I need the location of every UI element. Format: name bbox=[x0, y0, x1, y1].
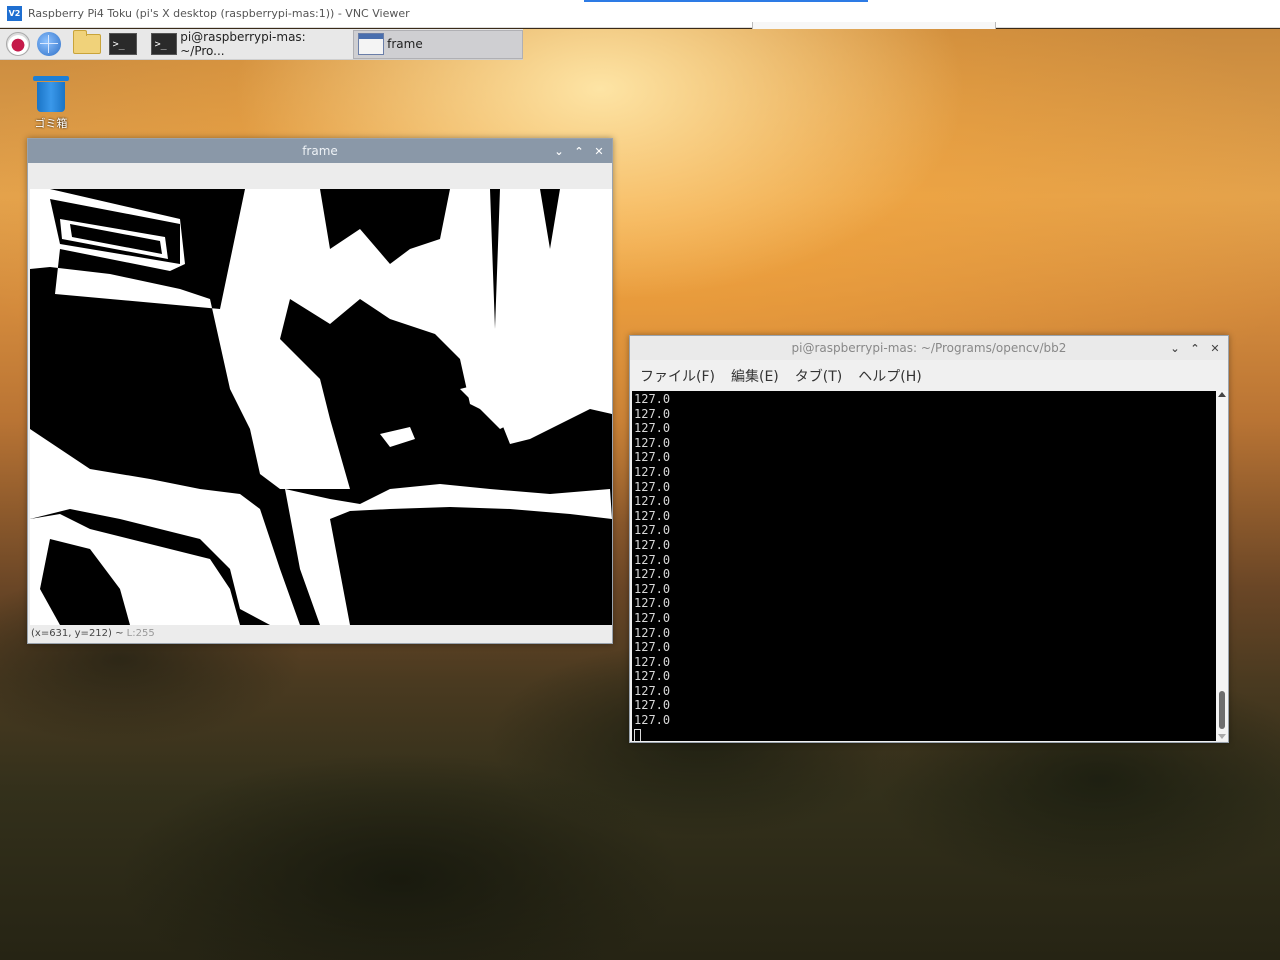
task-frame[interactable]: frame bbox=[353, 29, 523, 59]
terminal-scrollbar[interactable] bbox=[1216, 391, 1228, 741]
terminal-line: 127.0 bbox=[634, 596, 671, 611]
terminal-icon: >_ bbox=[108, 33, 137, 55]
frame-image[interactable] bbox=[30, 189, 612, 625]
terminal-line: 127.0 bbox=[634, 406, 671, 421]
frame-window-titlebar[interactable]: frame ⌄ ⌃ ✕ bbox=[28, 139, 612, 163]
frame-window-title: frame bbox=[302, 144, 338, 158]
scroll-up-icon[interactable] bbox=[1218, 392, 1226, 397]
vnc-progress-bar bbox=[584, 0, 868, 2]
trash-icon bbox=[33, 74, 69, 112]
terminal-cursor bbox=[634, 728, 641, 741]
terminal-launcher[interactable]: >_ bbox=[108, 31, 137, 57]
terminal-line: 127.0 bbox=[634, 537, 671, 552]
task-frame-label: frame bbox=[387, 37, 423, 51]
vnc-titlebar: V2 Raspberry Pi4 Toku (pi's X desktop (r… bbox=[0, 0, 1280, 30]
menu-tab[interactable]: タブ(T) bbox=[795, 366, 842, 386]
terminal-line: 127.0 bbox=[634, 435, 671, 450]
terminal-line: 127.0 bbox=[634, 640, 671, 655]
file-manager-launcher[interactable] bbox=[72, 30, 101, 57]
terminal-line: 127.0 bbox=[634, 552, 671, 567]
task-terminal-label: pi@raspberrypi-mas: ~/Pro... bbox=[180, 30, 306, 58]
task-terminal[interactable]: >_ pi@raspberrypi-mas: ~/Pro... bbox=[147, 30, 347, 59]
terminal-line: 127.0 bbox=[634, 392, 671, 406]
terminal-line: 127.0 bbox=[634, 713, 671, 728]
menu-help[interactable]: ヘルプ(H) bbox=[858, 366, 921, 386]
maximize-icon[interactable]: ⌃ bbox=[572, 144, 586, 158]
scrollbar-thumb[interactable] bbox=[1219, 691, 1225, 729]
folder-icon bbox=[72, 30, 101, 54]
menu-edit[interactable]: 編集(E) bbox=[731, 366, 779, 386]
taskbar: >_ >_ pi@raspberrypi-mas: ~/Pro... frame bbox=[0, 29, 523, 60]
trash-desktop-item[interactable]: ゴミ箱 bbox=[26, 74, 76, 131]
terminal-line: 127.0 bbox=[634, 683, 671, 698]
frame-status-bar: (x=631, y=212) ~ L:255 bbox=[31, 628, 155, 639]
close-icon[interactable]: ✕ bbox=[1208, 341, 1222, 355]
raspberry-icon bbox=[6, 32, 31, 56]
vnc-window-title: Raspberry Pi4 Toku (pi's X desktop (rasp… bbox=[28, 7, 410, 20]
browser-launcher[interactable] bbox=[36, 31, 62, 57]
terminal-window: pi@raspberrypi-mas: ~/Programs/opencv/bb… bbox=[629, 335, 1229, 743]
terminal-line: 127.0 bbox=[634, 523, 671, 538]
terminal-window-title: pi@raspberrypi-mas: ~/Programs/opencv/bb… bbox=[791, 341, 1067, 355]
minimize-icon[interactable]: ⌄ bbox=[1168, 341, 1182, 355]
menu-button[interactable] bbox=[5, 31, 31, 57]
terminal-line: 127.0 bbox=[634, 625, 671, 640]
close-icon[interactable]: ✕ bbox=[592, 144, 606, 158]
terminal-line: 127.0 bbox=[634, 698, 671, 713]
terminal-line: 127.0 bbox=[634, 508, 671, 523]
terminal-icon: >_ bbox=[150, 33, 178, 55]
terminal-window-titlebar[interactable]: pi@raspberrypi-mas: ~/Programs/opencv/bb… bbox=[630, 336, 1228, 360]
menu-file[interactable]: ファイル(F) bbox=[640, 366, 715, 386]
terminal-line: 127.0 bbox=[634, 479, 671, 494]
terminal-line: 127.0 bbox=[634, 567, 671, 582]
globe-icon bbox=[37, 32, 62, 56]
scroll-down-icon[interactable] bbox=[1218, 734, 1226, 739]
terminal-output[interactable]: 127.0 127.0 127.0 127.0 127.0 127.0 127.0 127.0… bbox=[632, 391, 1216, 741]
terminal-line: 127.0 bbox=[634, 654, 671, 669]
terminal-line: 127.0 bbox=[634, 581, 671, 596]
maximize-icon[interactable]: ⌃ bbox=[1188, 341, 1202, 355]
terminal-menubar: ファイル(F) 編集(E) タブ(T) ヘルプ(H) bbox=[630, 360, 1228, 391]
frame-toolbar bbox=[28, 163, 612, 189]
terminal-line: 127.0 bbox=[634, 450, 671, 465]
terminal-lines: 127.0 127.0 127.0 127.0 127.0 127.0 127.0 127.0… bbox=[634, 392, 1214, 728]
vnc-logo-icon: V2 bbox=[7, 6, 22, 21]
terminal-line: 127.0 bbox=[634, 610, 671, 625]
frame-window: frame ⌄ ⌃ ✕ (x=631, y=212) ~ L:255 bbox=[27, 138, 613, 644]
trash-label: ゴミ箱 bbox=[34, 117, 68, 130]
terminal-line: 127.0 bbox=[634, 494, 671, 509]
terminal-line: 127.0 bbox=[634, 669, 671, 684]
frame-status-coords: (x=631, y=212) ~ bbox=[31, 628, 127, 639]
binary-image bbox=[30, 189, 612, 625]
terminal-line: 127.0 bbox=[634, 421, 671, 436]
terminal-line: 127.0 bbox=[634, 464, 671, 479]
minimize-icon[interactable]: ⌄ bbox=[552, 144, 566, 158]
frame-status-value: L:255 bbox=[126, 628, 155, 639]
window-icon bbox=[358, 33, 385, 55]
